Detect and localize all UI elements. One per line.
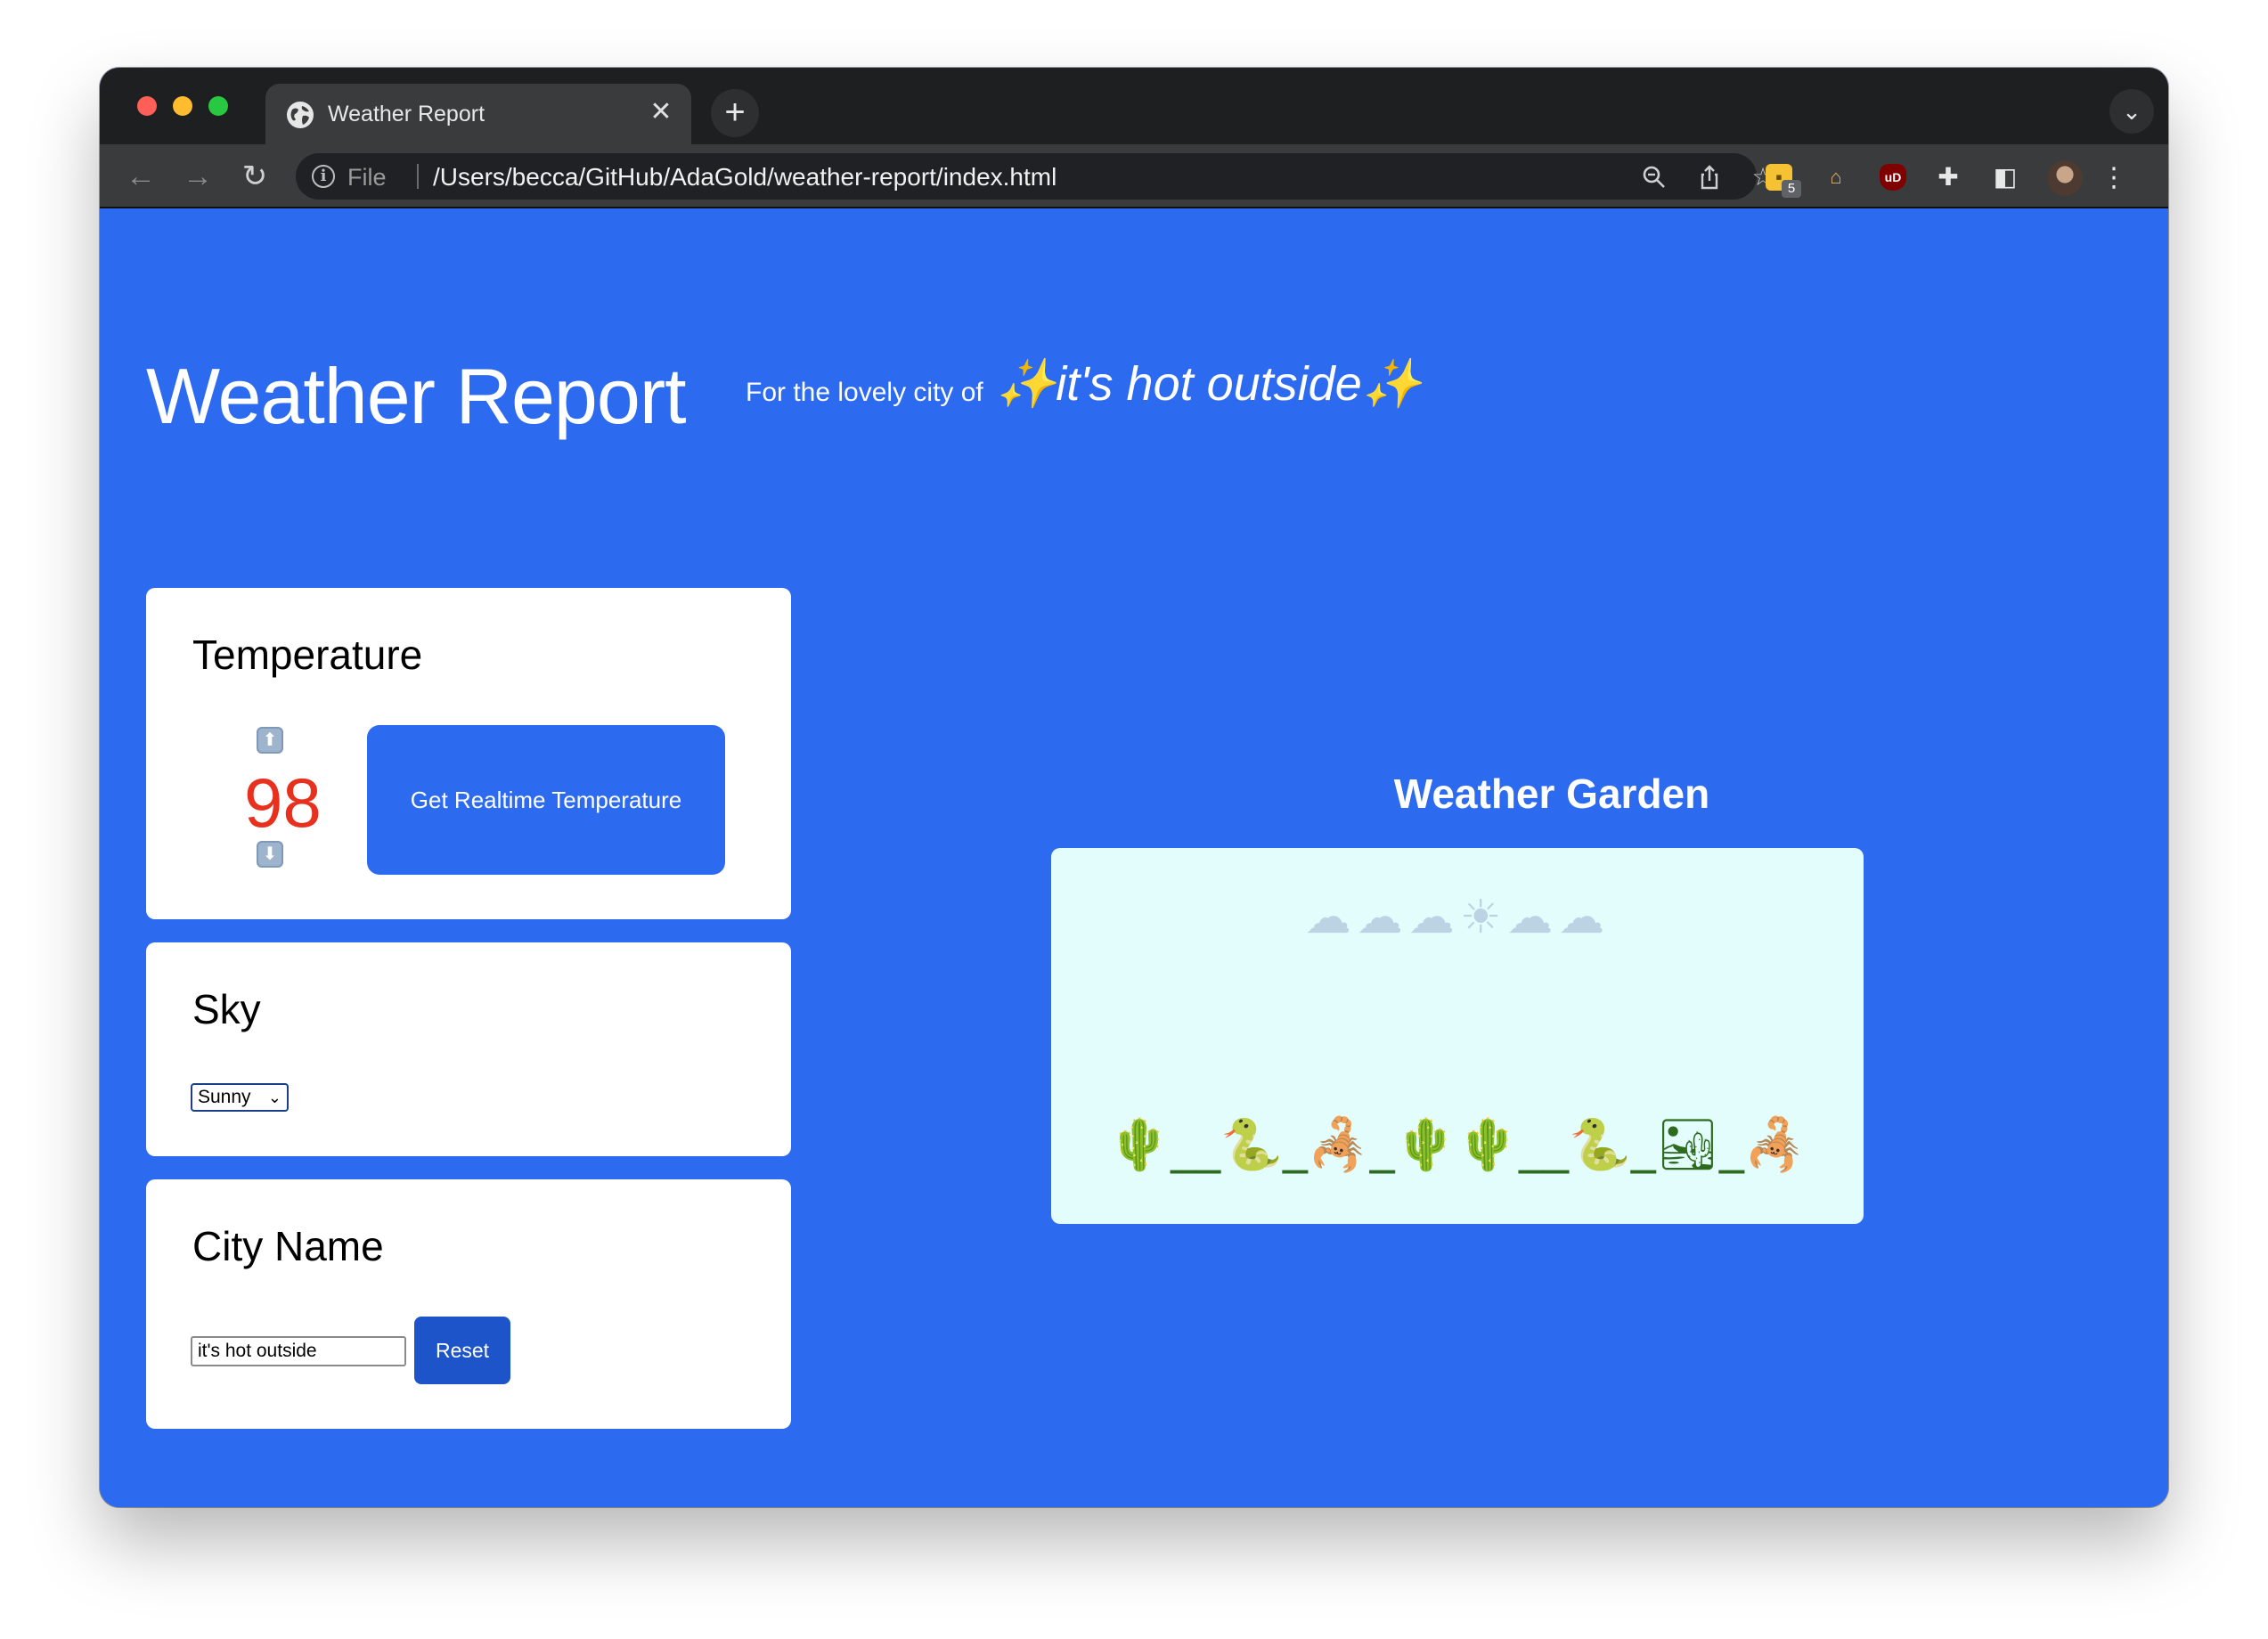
zoom-icon[interactable] — [1641, 164, 1668, 191]
increase-temp-button[interactable]: ⬆ — [257, 727, 283, 754]
page-content: Weather Report For the lovely city of ✨i… — [100, 208, 2168, 1507]
sky-card: Sky Sunny ⌄ — [146, 942, 791, 1156]
city-display: ✨it's hot outside✨ — [996, 357, 1422, 411]
chevron-down-icon: ⌄ — [267, 1089, 281, 1106]
scheme-label: File — [347, 164, 387, 191]
extension-badge: 5 — [1782, 180, 1801, 198]
temperature-value: 98 — [244, 763, 322, 842]
tab-strip: Weather Report ✕ + ⌄ — [100, 68, 2168, 144]
city-card: City Name Reset — [146, 1179, 791, 1429]
page-title: Weather Report — [146, 352, 687, 440]
ublock-shield-icon[interactable]: uD — [1880, 164, 1906, 191]
get-realtime-temperature-button[interactable]: Get Realtime Temperature — [367, 725, 725, 875]
reload-icon[interactable]: ↻ — [233, 155, 276, 198]
home-extension-icon[interactable]: ⌂ — [1823, 164, 1849, 191]
garden-sky-row: ☁☁☁☀☁☁ — [1304, 891, 1611, 944]
info-icon[interactable]: i — [312, 165, 335, 188]
tab-search-button[interactable]: ⌄ — [2109, 89, 2154, 134]
new-tab-button[interactable]: + — [711, 89, 759, 137]
extensions-puzzle-icon[interactable]: ✚ — [1935, 164, 1962, 191]
globe-icon — [287, 102, 314, 128]
tab-title: Weather Report — [328, 102, 485, 126]
sky-heading: Sky — [192, 986, 261, 1032]
sky-select-value: Sunny — [198, 1087, 251, 1107]
back-icon[interactable]: ← — [119, 155, 162, 198]
weather-garden: ☁☁☁☀☁☁ 🌵__🐍_🦂_🌵🌵__🐍_🏜_🦂 — [1051, 848, 1864, 1224]
url-divider — [417, 164, 419, 189]
side-panel-icon[interactable]: ◧ — [1992, 164, 2019, 191]
url-text[interactable]: /Users/becca/GitHub/AdaGold/weather-repo… — [433, 163, 1056, 192]
temperature-card: Temperature ⬆ 98 ⬇ Get Realtime Temperat… — [146, 588, 791, 919]
menu-icon[interactable]: ⋮ — [2101, 160, 2127, 196]
decrease-temp-button[interactable]: ⬇ — [257, 841, 283, 868]
tab-weather-report[interactable]: Weather Report ✕ — [265, 84, 691, 144]
share-icon[interactable] — [1696, 164, 1723, 191]
browser-window: Weather Report ✕ + ⌄ ← → ↻ i File /Users… — [100, 68, 2168, 1507]
profile-avatar[interactable] — [2047, 160, 2083, 196]
garden-title: Weather Garden — [1393, 771, 1710, 817]
garden-landscape-row: 🌵__🐍_🦂_🌵🌵__🐍_🏜_🦂 — [1108, 1116, 1807, 1174]
city-heading: City Name — [192, 1223, 384, 1269]
tagline: For the lovely city of — [746, 378, 983, 407]
sky-select[interactable]: Sunny ⌄ — [191, 1083, 289, 1112]
browser-toolbar: ← → ↻ i File /Users/becca/GitHub/AdaGold… — [100, 144, 2168, 208]
reset-button[interactable]: Reset — [414, 1317, 510, 1384]
minimize-window-button[interactable] — [173, 96, 192, 116]
tab-close-icon[interactable]: ✕ — [647, 98, 675, 126]
address-bar[interactable]: i File /Users/becca/GitHub/AdaGold/weath… — [296, 153, 1774, 200]
close-window-button[interactable] — [137, 96, 157, 116]
city-name-input[interactable] — [191, 1336, 406, 1366]
maximize-window-button[interactable] — [208, 96, 228, 116]
temperature-heading: Temperature — [192, 632, 423, 678]
forward-icon[interactable]: → — [176, 155, 219, 198]
